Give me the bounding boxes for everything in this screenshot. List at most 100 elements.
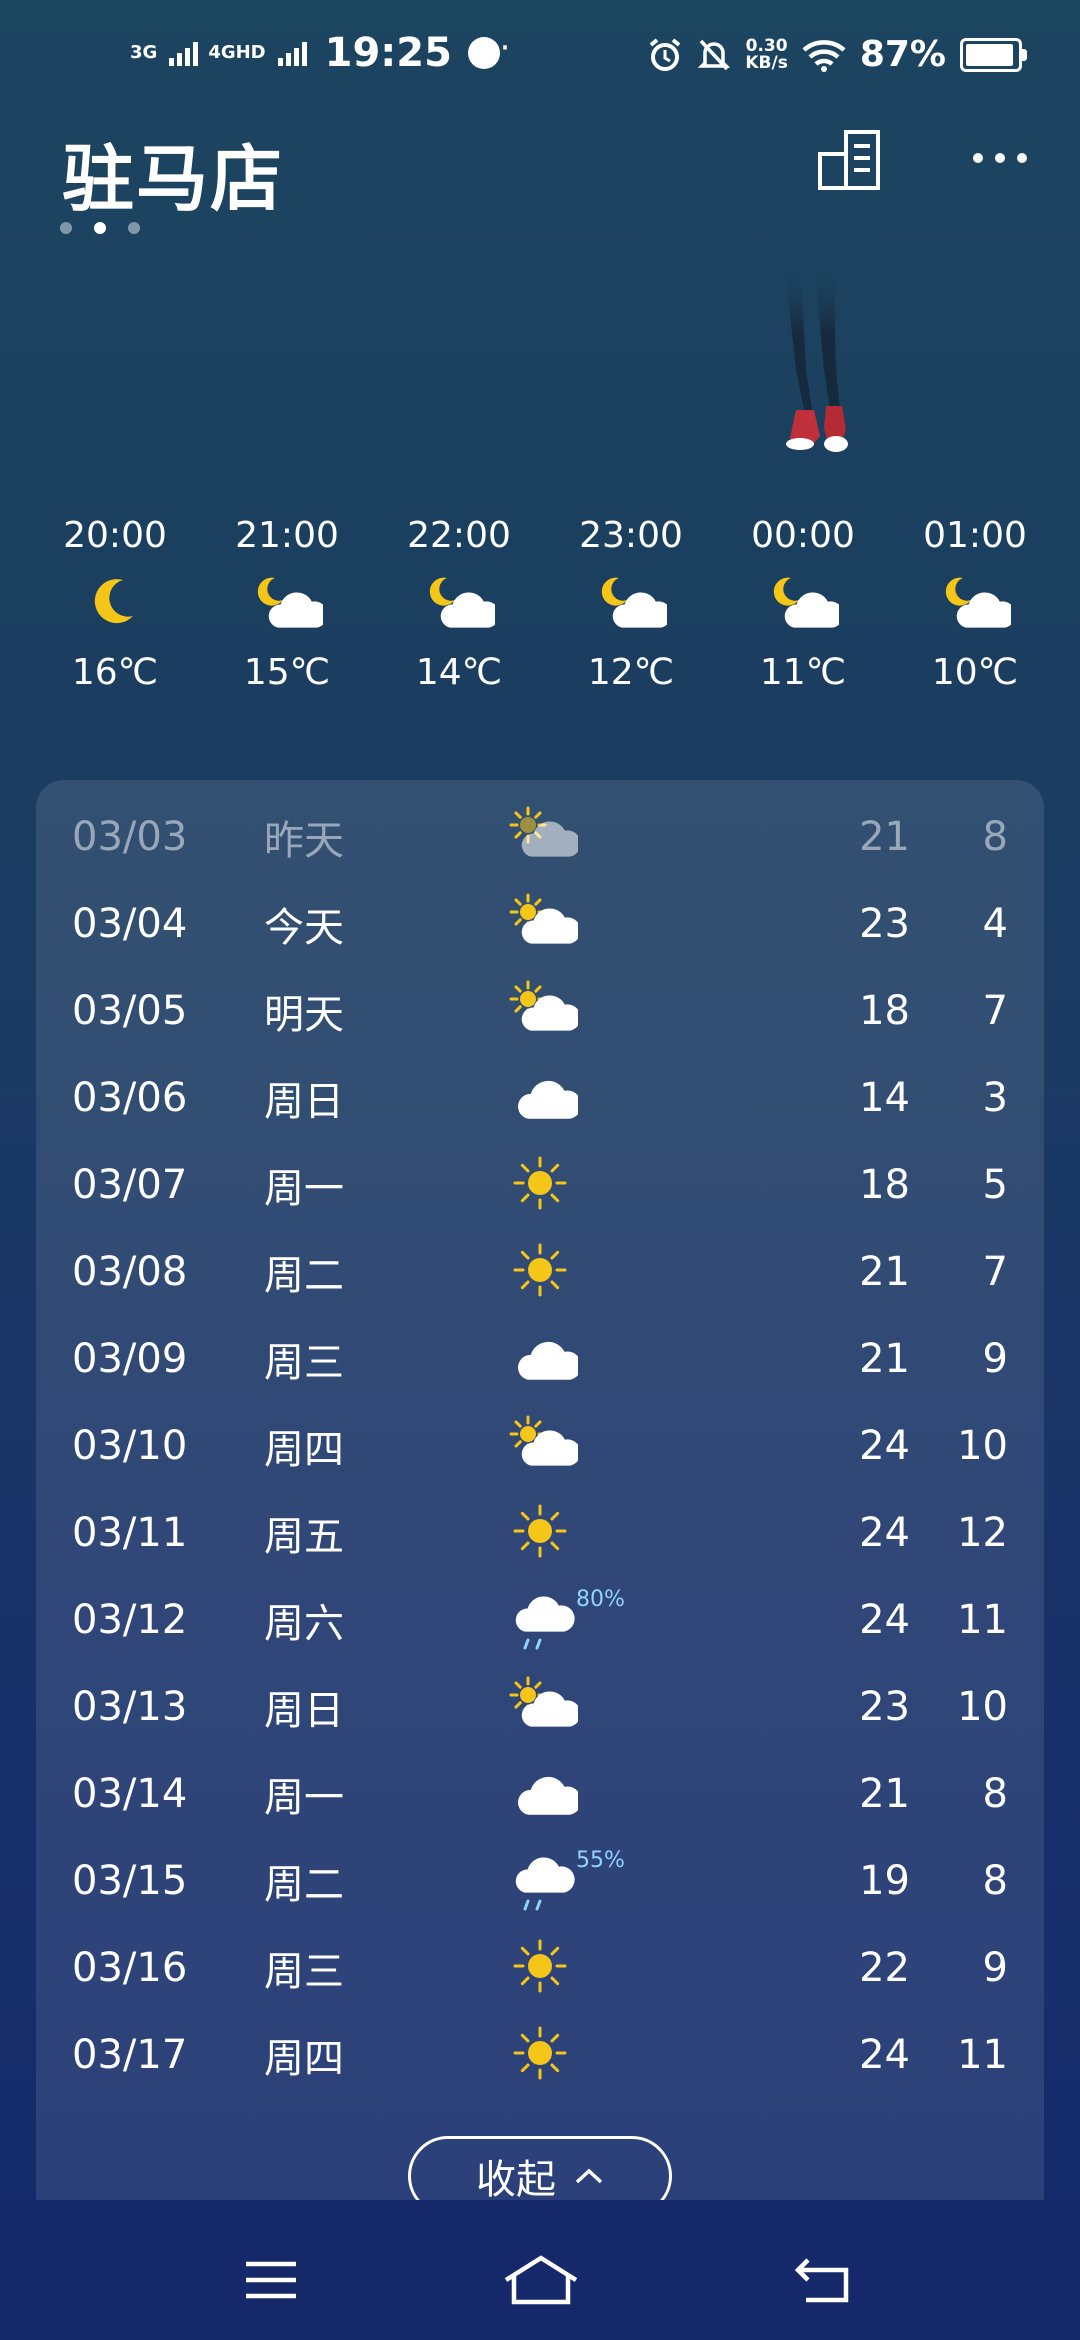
forecast-day: 周一 — [264, 1775, 344, 1821]
forecast-high: 24 — [859, 1510, 910, 1556]
forecast-row[interactable]: 03/07 周一 18 5 — [36, 1142, 1044, 1228]
home-icon[interactable] — [496, 2250, 586, 2310]
forecast-date: 03/08 — [72, 1249, 188, 1295]
forecast-low: 3 — [982, 1075, 1008, 1121]
city-manage-icon[interactable] — [816, 128, 886, 192]
forecast-row[interactable]: 03/06 周日 14 3 — [36, 1055, 1044, 1141]
forecast-row[interactable]: 03/05 明天 18 7 — [36, 968, 1044, 1054]
forecast-day: 周二 — [264, 1862, 344, 1908]
forecast-day: 周日 — [264, 1079, 344, 1125]
forecast-date: 03/03 — [72, 814, 188, 860]
navigation-bar — [0, 2200, 1080, 2340]
forecast-low: 11 — [957, 1597, 1008, 1643]
partly-cloudy-icon — [509, 806, 578, 857]
forecast-low: 8 — [982, 1858, 1008, 1904]
forecast-row[interactable]: 03/15 周二 55% 19 8 — [36, 1838, 1044, 1924]
forecast-row[interactable]: 03/14 周一 21 8 — [36, 1751, 1044, 1837]
page-indicator — [60, 222, 140, 234]
forecast-row[interactable]: 03/03 昨天 21 8 — [36, 794, 1044, 880]
forecast-date: 03/11 — [72, 1510, 188, 1556]
city-title[interactable]: 驻马店 — [62, 120, 284, 225]
hour-time: 23:00 — [579, 515, 683, 556]
hour-time: 20:00 — [63, 515, 167, 556]
forecast-high: 23 — [859, 1684, 910, 1730]
partly-cloudy-icon — [509, 1676, 578, 1727]
signal-icon — [277, 40, 307, 66]
hour-item: 21:00 15℃ — [202, 515, 372, 693]
forecast-high: 18 — [859, 988, 910, 1034]
forecast-row[interactable]: 03/12 周六 80% 24 11 — [36, 1577, 1044, 1663]
forecast-date: 03/05 — [72, 988, 188, 1034]
forecast-row[interactable]: 03/04 今天 23 4 — [36, 881, 1044, 967]
forecast-high: 21 — [859, 1336, 910, 1382]
forecast-date: 03/14 — [72, 1771, 188, 1817]
forecast-low: 5 — [982, 1162, 1008, 1208]
forecast-high: 21 — [859, 1771, 910, 1817]
hour-time: 21:00 — [235, 515, 339, 556]
page-dot — [60, 222, 72, 234]
forecast-day: 周三 — [264, 1949, 344, 1995]
forecast-high: 21 — [859, 1249, 910, 1295]
alarm-icon — [650, 37, 681, 71]
forecast-day: 昨天 — [264, 818, 344, 864]
partly-cloudy-night-icon — [429, 577, 495, 628]
sun-icon — [513, 2026, 567, 2080]
sun-icon — [513, 1504, 567, 1558]
battery-percent: 87% — [859, 34, 946, 75]
menu-icon[interactable] — [226, 2250, 316, 2310]
forecast-day: 周四 — [264, 2036, 344, 2082]
forecast-date: 03/13 — [72, 1684, 188, 1730]
forecast-row[interactable]: 03/09 周三 21 9 — [36, 1316, 1044, 1402]
precip-chance: 55% — [576, 1848, 625, 1873]
forecast-low: 10 — [957, 1684, 1008, 1730]
forecast-high: 24 — [859, 1423, 910, 1469]
network-4g-indicator: 4GHD — [208, 42, 266, 63]
forecast-date: 03/07 — [72, 1162, 188, 1208]
forecast-row[interactable]: 03/11 周五 24 12 — [36, 1490, 1044, 1576]
forecast-low: 9 — [982, 1945, 1008, 1991]
forecast-row[interactable]: 03/16 周三 22 9 — [36, 1925, 1044, 2011]
daily-forecast-card[interactable]: 03/03 昨天 21 8 03/04 今天 23 4 03/05 明天 18 70… — [36, 780, 1044, 2220]
more-notifications-icon: ··· — [472, 28, 514, 68]
forecast-row[interactable]: 03/13 周日 23 10 — [36, 1664, 1044, 1750]
forecast-date: 03/12 — [72, 1597, 188, 1643]
forecast-date: 03/04 — [72, 901, 188, 947]
forecast-date: 03/17 — [72, 2032, 188, 2078]
hour-temp: 15℃ — [243, 652, 331, 693]
partly-cloudy-night-icon — [945, 577, 1011, 628]
wifi-icon — [802, 39, 846, 72]
hourly-forecast[interactable]: 20:00 16℃ 21:00 15℃ 22:00 14℃ 23:00 12℃ 00:0… — [30, 515, 1060, 693]
forecast-low: 8 — [982, 1771, 1008, 1817]
forecast-row[interactable]: 03/08 周二 21 7 — [36, 1229, 1044, 1315]
character-illustration — [784, 260, 848, 452]
hour-temp: 10℃ — [931, 652, 1019, 693]
forecast-low: 8 — [982, 814, 1008, 860]
battery-icon — [960, 37, 1027, 72]
hour-temp: 16℃ — [71, 652, 159, 693]
signal-icon — [169, 40, 199, 66]
hour-item: 22:00 14℃ — [374, 515, 544, 693]
rain-icon — [515, 1596, 575, 1650]
forecast-date: 03/15 — [72, 1858, 188, 1904]
back-icon[interactable] — [778, 2250, 868, 2310]
hour-temp: 12℃ — [587, 652, 675, 693]
forecast-low: 12 — [957, 1510, 1008, 1556]
forecast-low: 11 — [957, 2032, 1008, 2078]
sun-icon — [513, 1156, 567, 1210]
forecast-high: 19 — [859, 1858, 910, 1904]
partly-cloudy-icon — [509, 980, 578, 1031]
page-dot — [128, 222, 140, 234]
more-options-button[interactable] — [960, 138, 1040, 178]
forecast-date: 03/06 — [72, 1075, 188, 1121]
forecast-row[interactable]: 03/17 周四 24 11 — [36, 2012, 1044, 2098]
forecast-low: 4 — [982, 901, 1008, 947]
hour-time: 01:00 — [923, 515, 1027, 556]
bell-muted-icon — [698, 39, 731, 70]
sun-icon — [513, 1243, 567, 1297]
forecast-day: 周二 — [264, 1253, 344, 1299]
forecast-low: 7 — [982, 1249, 1008, 1295]
forecast-row[interactable]: 03/10 周四 24 10 — [36, 1403, 1044, 1489]
forecast-low: 7 — [982, 988, 1008, 1034]
forecast-low: 10 — [957, 1423, 1008, 1469]
forecast-high: 24 — [859, 1597, 910, 1643]
